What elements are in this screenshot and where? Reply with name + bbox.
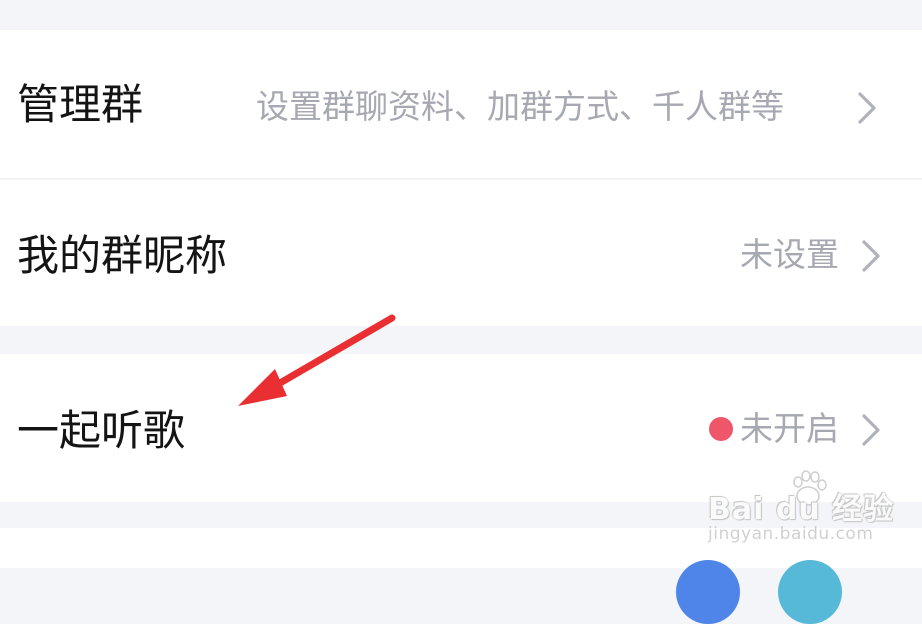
blue-avatar[interactable] — [676, 560, 740, 624]
watermark-url: jingyan.baidu.com — [708, 524, 874, 544]
my-group-nickname-row[interactable]: 我的群昵称 未设置 — [0, 180, 922, 326]
manage-group-title: 管理群 — [17, 80, 144, 129]
listen-together-status: 未开启 — [740, 409, 839, 448]
manage-group-description: 设置群聊资料、加群方式、千人群等 — [256, 87, 784, 126]
my-group-nickname-title: 我的群昵称 — [17, 231, 228, 280]
teal-avatar[interactable] — [778, 560, 842, 624]
chevron-right-icon — [858, 92, 876, 124]
listen-together-title: 一起听歌 — [17, 406, 186, 455]
my-group-nickname-value: 未设置 — [740, 235, 839, 274]
section-gap — [0, 326, 922, 354]
manage-group-row[interactable]: 管理群 设置群聊资料、加群方式、千人群等 — [0, 30, 922, 178]
red-dot-icon — [709, 417, 733, 441]
top-spacer — [0, 0, 922, 30]
baidu-jingyan-watermark: Bai du 经验 jingyan.baidu.com — [706, 470, 906, 550]
chevron-right-icon — [862, 414, 880, 446]
chevron-right-icon — [862, 240, 880, 272]
watermark-brand: Bai du 经验 — [708, 492, 895, 527]
